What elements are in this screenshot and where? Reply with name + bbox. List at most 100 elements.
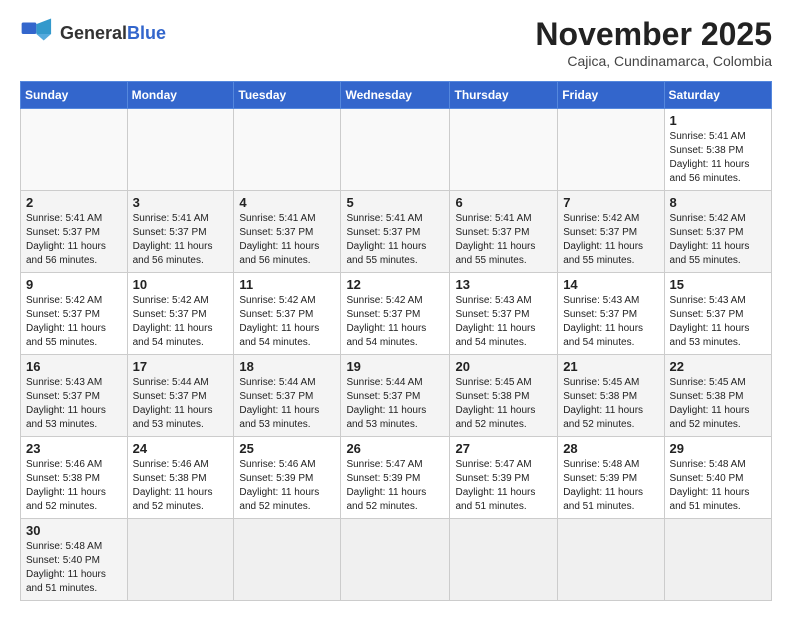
calendar-header: SundayMondayTuesdayWednesdayThursdayFrid… [21, 82, 772, 109]
day-number: 21 [563, 359, 658, 374]
location: Cajica, Cundinamarca, Colombia [535, 53, 772, 69]
calendar-cell [558, 109, 664, 191]
calendar-week-2: 9 Sunrise: 5:42 AM Sunset: 5:37 PM Daylig… [21, 273, 772, 355]
day-number: 18 [239, 359, 335, 374]
day-info: Sunrise: 5:47 AM Sunset: 5:39 PM Dayligh… [455, 458, 552, 514]
calendar-week-3: 16 Sunrise: 5:43 AM Sunset: 5:37 PM Dayli… [21, 355, 772, 437]
calendar-cell [341, 109, 450, 191]
day-number: 11 [239, 277, 335, 292]
day-info: Sunrise: 5:41 AM Sunset: 5:37 PM Dayligh… [346, 212, 444, 268]
day-number: 3 [133, 195, 229, 210]
day-number: 8 [670, 195, 766, 210]
calendar-cell: 11 Sunrise: 5:42 AM Sunset: 5:37 PM Dayli… [234, 273, 341, 355]
weekday-row: SundayMondayTuesdayWednesdayThursdayFrid… [21, 82, 772, 109]
day-number: 5 [346, 195, 444, 210]
calendar-week-1: 2 Sunrise: 5:41 AM Sunset: 5:37 PM Daylig… [21, 191, 772, 273]
day-number: 27 [455, 441, 552, 456]
calendar-cell: 23 Sunrise: 5:46 AM Sunset: 5:38 PM Dayli… [21, 437, 128, 519]
day-number: 15 [670, 277, 766, 292]
day-number: 24 [133, 441, 229, 456]
day-info: Sunrise: 5:41 AM Sunset: 5:37 PM Dayligh… [26, 212, 122, 268]
day-number: 17 [133, 359, 229, 374]
day-info: Sunrise: 5:42 AM Sunset: 5:37 PM Dayligh… [670, 212, 766, 268]
calendar-table: SundayMondayTuesdayWednesdayThursdayFrid… [20, 81, 772, 601]
calendar-week-4: 23 Sunrise: 5:46 AM Sunset: 5:38 PM Dayli… [21, 437, 772, 519]
calendar-cell: 5 Sunrise: 5:41 AM Sunset: 5:37 PM Daylig… [341, 191, 450, 273]
day-number: 29 [670, 441, 766, 456]
day-info: Sunrise: 5:44 AM Sunset: 5:37 PM Dayligh… [133, 376, 229, 432]
day-number: 19 [346, 359, 444, 374]
calendar-cell: 19 Sunrise: 5:44 AM Sunset: 5:37 PM Dayli… [341, 355, 450, 437]
calendar-cell: 29Sunrise: 5:48 AM Sunset: 5:40 PM Dayli… [664, 437, 771, 519]
day-number: 12 [346, 277, 444, 292]
day-number: 20 [455, 359, 552, 374]
day-number: 14 [563, 277, 658, 292]
calendar-cell: 20 Sunrise: 5:45 AM Sunset: 5:38 PM Dayli… [450, 355, 558, 437]
day-info: Sunrise: 5:43 AM Sunset: 5:37 PM Dayligh… [26, 376, 122, 432]
day-info: Sunrise: 5:44 AM Sunset: 5:37 PM Dayligh… [239, 376, 335, 432]
day-info: Sunrise: 5:44 AM Sunset: 5:37 PM Dayligh… [346, 376, 444, 432]
day-number: 7 [563, 195, 658, 210]
day-number: 1 [670, 113, 766, 128]
weekday-header-monday: Monday [127, 82, 234, 109]
calendar-cell [341, 519, 450, 601]
calendar-cell: 1 Sunrise: 5:41 AM Sunset: 5:38 PM Daylig… [664, 109, 771, 191]
calendar-cell: 25Sunrise: 5:46 AM Sunset: 5:39 PM Dayli… [234, 437, 341, 519]
day-number: 28 [563, 441, 658, 456]
day-info: Sunrise: 5:42 AM Sunset: 5:37 PM Dayligh… [239, 294, 335, 350]
day-number: 13 [455, 277, 552, 292]
day-info: Sunrise: 5:45 AM Sunset: 5:38 PM Dayligh… [563, 376, 658, 432]
calendar-cell: 26 Sunrise: 5:47 AM Sunset: 5:39 PM Dayli… [341, 437, 450, 519]
day-number: 30 [26, 523, 122, 538]
day-info: Sunrise: 5:46 AM Sunset: 5:39 PM Dayligh… [239, 458, 335, 514]
weekday-header-saturday: Saturday [664, 82, 771, 109]
calendar-cell [21, 109, 128, 191]
calendar-cell [450, 109, 558, 191]
calendar-cell: 4Sunrise: 5:41 AM Sunset: 5:37 PM Daylig… [234, 191, 341, 273]
day-info: Sunrise: 5:43 AM Sunset: 5:37 PM Dayligh… [455, 294, 552, 350]
calendar-cell: 3Sunrise: 5:41 AM Sunset: 5:37 PM Daylig… [127, 191, 234, 273]
calendar-week-5: 30 Sunrise: 5:48 AM Sunset: 5:40 PM Dayli… [21, 519, 772, 601]
logo: GeneralBlue [20, 16, 166, 52]
weekday-header-sunday: Sunday [21, 82, 128, 109]
logo-general: General [60, 23, 127, 43]
calendar-cell: 21 Sunrise: 5:45 AM Sunset: 5:38 PM Dayli… [558, 355, 664, 437]
day-info: Sunrise: 5:43 AM Sunset: 5:37 PM Dayligh… [670, 294, 766, 350]
day-info: Sunrise: 5:45 AM Sunset: 5:38 PM Dayligh… [670, 376, 766, 432]
weekday-header-wednesday: Wednesday [341, 82, 450, 109]
calendar-cell: 2 Sunrise: 5:41 AM Sunset: 5:37 PM Daylig… [21, 191, 128, 273]
day-number: 22 [670, 359, 766, 374]
calendar-cell: 30 Sunrise: 5:48 AM Sunset: 5:40 PM Dayli… [21, 519, 128, 601]
day-number: 6 [455, 195, 552, 210]
day-info: Sunrise: 5:46 AM Sunset: 5:38 PM Dayligh… [133, 458, 229, 514]
weekday-header-tuesday: Tuesday [234, 82, 341, 109]
day-number: 16 [26, 359, 122, 374]
calendar-week-0: 1 Sunrise: 5:41 AM Sunset: 5:38 PM Daylig… [21, 109, 772, 191]
calendar-cell: 16 Sunrise: 5:43 AM Sunset: 5:37 PM Dayli… [21, 355, 128, 437]
calendar-cell [558, 519, 664, 601]
day-info: Sunrise: 5:41 AM Sunset: 5:37 PM Dayligh… [455, 212, 552, 268]
calendar-cell: 18 Sunrise: 5:44 AM Sunset: 5:37 PM Dayli… [234, 355, 341, 437]
calendar-body: 1 Sunrise: 5:41 AM Sunset: 5:38 PM Daylig… [21, 109, 772, 601]
day-number: 23 [26, 441, 122, 456]
day-number: 2 [26, 195, 122, 210]
calendar-cell [127, 109, 234, 191]
day-info: Sunrise: 5:41 AM Sunset: 5:38 PM Dayligh… [670, 130, 766, 186]
calendar-cell: 17 Sunrise: 5:44 AM Sunset: 5:37 PM Dayli… [127, 355, 234, 437]
calendar-cell: 27 Sunrise: 5:47 AM Sunset: 5:39 PM Dayli… [450, 437, 558, 519]
day-info: Sunrise: 5:41 AM Sunset: 5:37 PM Dayligh… [239, 212, 335, 268]
day-number: 9 [26, 277, 122, 292]
day-info: Sunrise: 5:45 AM Sunset: 5:38 PM Dayligh… [455, 376, 552, 432]
calendar-cell: 8 Sunrise: 5:42 AM Sunset: 5:37 PM Daylig… [664, 191, 771, 273]
calendar-cell: 6 Sunrise: 5:41 AM Sunset: 5:37 PM Daylig… [450, 191, 558, 273]
logo-icon [20, 16, 56, 52]
calendar-cell [664, 519, 771, 601]
weekday-header-friday: Friday [558, 82, 664, 109]
day-info: Sunrise: 5:42 AM Sunset: 5:37 PM Dayligh… [133, 294, 229, 350]
day-number: 26 [346, 441, 444, 456]
day-info: Sunrise: 5:47 AM Sunset: 5:39 PM Dayligh… [346, 458, 444, 514]
title-block: November 2025 Cajica, Cundinamarca, Colo… [535, 16, 772, 69]
calendar-cell: 15 Sunrise: 5:43 AM Sunset: 5:37 PM Dayli… [664, 273, 771, 355]
day-info: Sunrise: 5:46 AM Sunset: 5:38 PM Dayligh… [26, 458, 122, 514]
day-info: Sunrise: 5:48 AM Sunset: 5:40 PM Dayligh… [26, 540, 122, 596]
